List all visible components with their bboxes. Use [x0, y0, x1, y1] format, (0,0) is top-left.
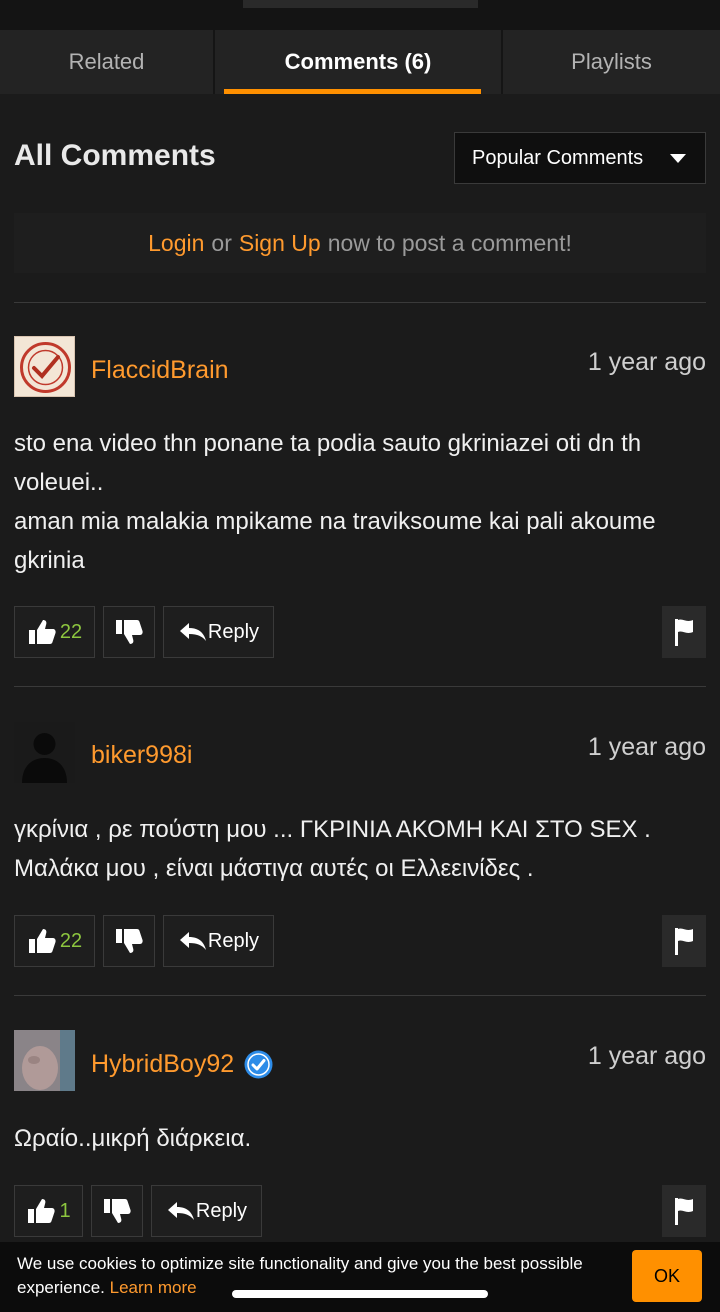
- reply-button[interactable]: Reply: [163, 915, 274, 967]
- dislike-button[interactable]: [103, 606, 155, 658]
- username-text: HybridBoy92: [91, 1050, 235, 1078]
- flag-button[interactable]: [662, 1185, 706, 1237]
- sort-selected-label: Popular Comments: [472, 146, 644, 169]
- reply-button[interactable]: Reply: [151, 1185, 262, 1237]
- home-indicator: [232, 1290, 488, 1298]
- like-count: 22: [59, 929, 83, 952]
- like-button[interactable]: 22: [14, 606, 95, 658]
- reply-label: Reply: [207, 929, 260, 952]
- tab-comments-label: Comments (6): [284, 49, 432, 74]
- active-tab-underline: [224, 89, 481, 94]
- comment-text: γκρίνια , ρε πούστη μου ... ΓΚΡΙΝΙΑ ΑΚΟΜ…: [14, 816, 651, 882]
- like-button[interactable]: 1: [14, 1185, 83, 1237]
- divider: [14, 686, 706, 687]
- comment-text: sto ena video thn ponane ta podia sauto …: [14, 430, 656, 574]
- flag-button[interactable]: [662, 915, 706, 967]
- login-or-text: or: [211, 229, 232, 256]
- comment-username[interactable]: biker998i: [91, 741, 192, 770]
- comment-username[interactable]: FlaccidBrain: [91, 356, 229, 385]
- thumbs-down-icon: [116, 929, 143, 953]
- chevron-down-icon: [670, 154, 686, 163]
- tab-playlists[interactable]: Playlists: [503, 30, 720, 94]
- thumbs-up-icon: [28, 1199, 56, 1223]
- default-user-silhouette-icon[interactable]: [14, 722, 75, 783]
- reply-label: Reply: [195, 1199, 248, 1222]
- tab-bar: Related Comments (6) Playlists: [0, 30, 720, 94]
- comment-time: 1 year ago: [587, 1042, 706, 1070]
- divider: [14, 995, 706, 996]
- top-strip: [0, 0, 720, 30]
- flag-icon: [675, 619, 693, 646]
- username-text: biker998i: [91, 741, 193, 769]
- thumbs-up-icon: [28, 620, 56, 644]
- cookie-banner: We use cookies to optimize site function…: [0, 1242, 720, 1312]
- user-photo-avatar-icon[interactable]: [14, 1030, 75, 1091]
- thumbs-up-icon: [28, 929, 56, 953]
- flag-icon: [675, 928, 693, 955]
- verified-badge-icon: [244, 1050, 273, 1079]
- comment-username[interactable]: HybridBoy92: [91, 1050, 273, 1079]
- reply-button[interactable]: Reply: [163, 606, 274, 658]
- cookie-ok-button[interactable]: OK: [632, 1250, 702, 1302]
- section-title: All Comments: [14, 139, 216, 172]
- dislike-button[interactable]: [91, 1185, 143, 1237]
- reply-arrow-icon: [167, 1202, 194, 1220]
- like-count: 1: [59, 1199, 71, 1222]
- sort-dropdown[interactable]: Popular Comments: [454, 132, 706, 184]
- divider: [14, 302, 706, 303]
- username-text: FlaccidBrain: [91, 356, 229, 384]
- comment-time: 1 year ago: [587, 733, 706, 761]
- reply-arrow-icon: [179, 623, 206, 641]
- thumbs-down-icon: [104, 1199, 131, 1223]
- reply-arrow-icon: [179, 932, 206, 950]
- comment-text: Ωραίο..μικρή διάρκεια.: [14, 1125, 252, 1152]
- flag-button[interactable]: [662, 606, 706, 658]
- reply-label: Reply: [207, 620, 260, 643]
- login-link[interactable]: Login: [148, 230, 204, 257]
- video-player-edge: [243, 0, 478, 8]
- signup-link[interactable]: Sign Up: [239, 230, 321, 257]
- tab-comments[interactable]: Comments (6): [215, 30, 503, 94]
- like-button[interactable]: 22: [14, 915, 95, 967]
- like-count: 22: [59, 620, 83, 643]
- login-prompt: Login or Sign Up now to post a comment!: [14, 213, 706, 273]
- dislike-button[interactable]: [103, 915, 155, 967]
- checked-stamp-avatar-icon[interactable]: [14, 336, 75, 397]
- thumbs-down-icon: [116, 620, 143, 644]
- comment-time: 1 year ago: [587, 348, 706, 376]
- flag-icon: [675, 1198, 693, 1225]
- login-rest-text: now to post a comment!: [327, 229, 572, 256]
- tab-related[interactable]: Related: [0, 30, 215, 94]
- learn-more-link[interactable]: Learn more: [110, 1278, 197, 1297]
